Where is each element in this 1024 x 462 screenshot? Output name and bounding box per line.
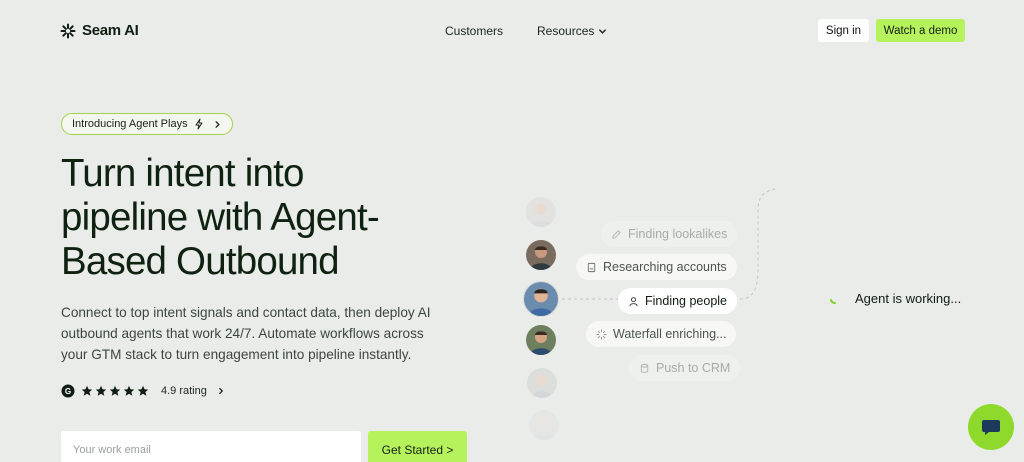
announcement-text: Introducing Agent Plays: [72, 118, 188, 130]
chat-icon: [982, 420, 1000, 435]
document-icon: [587, 262, 596, 272]
hero-headline: Turn intent into pipeline with Agent- Ba…: [61, 152, 481, 284]
person-icon: [629, 296, 638, 306]
agent-status-text: Agent is working...: [855, 291, 962, 306]
headline-line-1: Turn intent into: [61, 152, 304, 195]
hero-subtext: Connect to top intent signals and contac…: [61, 302, 461, 365]
person-avatar-2: [526, 240, 556, 270]
step-label: Finding people: [645, 294, 728, 308]
database-icon: [640, 363, 649, 373]
lightning-bolt-icon: [195, 118, 203, 130]
subtext-line-2: outbound agents that work 24/7. Automate…: [61, 326, 424, 341]
watch-demo-button[interactable]: Watch a demo: [876, 19, 965, 42]
sign-in-button[interactable]: Sign in: [818, 19, 869, 42]
seam-logo-icon: [60, 23, 76, 38]
step-label: Researching accounts: [603, 260, 727, 274]
person-avatar-5: [527, 368, 557, 398]
rating-text: 4.9 rating: [161, 385, 207, 397]
chat-widget-button[interactable]: [968, 404, 1014, 450]
star-icon: [137, 385, 149, 396]
page: Seam AI Customers Resources Sign in Watc…: [0, 0, 1024, 462]
loading-icon: [596, 328, 607, 340]
agent-status: Agent is working...: [829, 291, 961, 306]
person-avatar-1: [526, 197, 556, 227]
brand-name: Seam AI: [82, 22, 139, 39]
chevron-right-icon: [219, 387, 223, 395]
step-label: Push to CRM: [656, 361, 731, 375]
spinner-icon: [830, 298, 836, 304]
subtext-line-3: your GTM stack to turn engagement into p…: [61, 347, 412, 362]
step-label: Finding lookalikes: [628, 227, 728, 241]
announcement-pill[interactable]: Introducing Agent Plays: [61, 113, 233, 135]
chevron-down-icon: [599, 28, 607, 34]
nav-customers[interactable]: Customers: [445, 24, 503, 38]
svg-text:G: G: [65, 387, 71, 396]
step-finding-lookalikes: Finding lookalikes: [601, 221, 738, 247]
star-icon: [81, 385, 93, 396]
nav-resources[interactable]: Resources: [537, 24, 607, 38]
star-icon: [123, 385, 135, 396]
g2-rating-link[interactable]: G 4.9 rating: [61, 384, 225, 398]
chevron-right-icon: [215, 120, 220, 128]
main-nav: Customers Resources: [445, 24, 607, 38]
step-label: Waterfall enriching...: [613, 327, 727, 341]
headline-line-2: pipeline with Agent-: [61, 196, 380, 239]
step-finding-people: Finding people: [618, 288, 738, 314]
step-researching-accounts: Researching accounts: [576, 254, 737, 280]
star-icon: [95, 385, 107, 396]
person-avatar-3: [524, 282, 558, 316]
get-started-button[interactable]: Get Started >: [368, 431, 467, 462]
brand-logo[interactable]: Seam AI: [60, 22, 139, 39]
step-waterfall-enriching: Waterfall enriching...: [586, 321, 737, 347]
pencil-icon: [612, 229, 621, 239]
step-push-to-crm: Push to CRM: [629, 355, 741, 381]
star-icon: [109, 385, 121, 396]
nav-resources-label: Resources: [537, 24, 595, 38]
g2-logo-icon: G: [61, 384, 75, 398]
subtext-line-1: Connect to top intent signals and contac…: [61, 305, 431, 320]
headline-line-3: Based Outbound: [61, 240, 340, 283]
work-email-input[interactable]: [61, 431, 361, 462]
nav-customers-label: Customers: [445, 24, 504, 38]
person-avatar-6: [529, 410, 559, 440]
person-avatar-4: [526, 325, 556, 355]
star-rating: [81, 385, 149, 397]
